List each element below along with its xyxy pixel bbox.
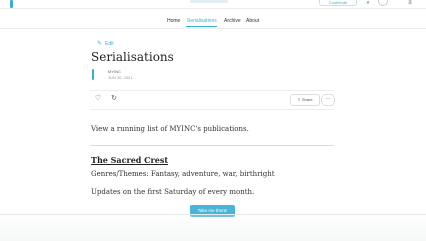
heart-icon[interactable]: ♡ xyxy=(93,94,103,104)
nav-active-indicator xyxy=(186,26,217,27)
actions-divider-bottom xyxy=(90,109,334,110)
nav-divider xyxy=(0,28,426,29)
page-title: Serialisations xyxy=(91,50,174,64)
contribute-button[interactable]: Contribute xyxy=(319,0,357,6)
nav-item-about[interactable]: About xyxy=(246,14,259,28)
work-title-link[interactable]: The Sacred Crest xyxy=(91,155,168,166)
user-icon[interactable] xyxy=(378,0,388,6)
menu-icon[interactable]: ≡ xyxy=(406,0,414,6)
share-button[interactable]: ⇪ Share xyxy=(290,94,320,106)
intro-text: View a running list of MYINC's publicati… xyxy=(91,125,249,133)
top-bar: Contribute ⌕ ≡ xyxy=(0,0,426,9)
more-options-button[interactable]: ··· xyxy=(321,94,335,106)
edit-label: Edit xyxy=(105,41,114,47)
restack-icon[interactable]: ↻ xyxy=(109,94,119,104)
section-divider xyxy=(90,145,334,146)
search-icon[interactable]: ⌕ xyxy=(364,0,372,6)
work-genres: Genres/Themes: Fantasy, adventure, war, … xyxy=(91,170,275,178)
work-schedule: Updates on the first Saturday of every m… xyxy=(91,188,255,196)
site-logo[interactable] xyxy=(10,0,13,8)
site-brand[interactable] xyxy=(190,0,228,3)
avatar[interactable] xyxy=(92,69,94,80)
actions-divider-top xyxy=(90,90,334,91)
nav-item-archive[interactable]: Archive xyxy=(224,14,241,28)
share-label: Share xyxy=(301,97,313,102)
author-name[interactable]: MYINC xyxy=(108,69,121,74)
bottom-fade-overlay xyxy=(0,214,426,241)
nav-item-home[interactable]: Home xyxy=(167,14,180,28)
edit-link[interactable]: ✎ Edit xyxy=(97,40,114,48)
post-date: JUN 30, 2021 xyxy=(108,75,133,80)
pencil-icon: ✎ xyxy=(97,41,103,47)
